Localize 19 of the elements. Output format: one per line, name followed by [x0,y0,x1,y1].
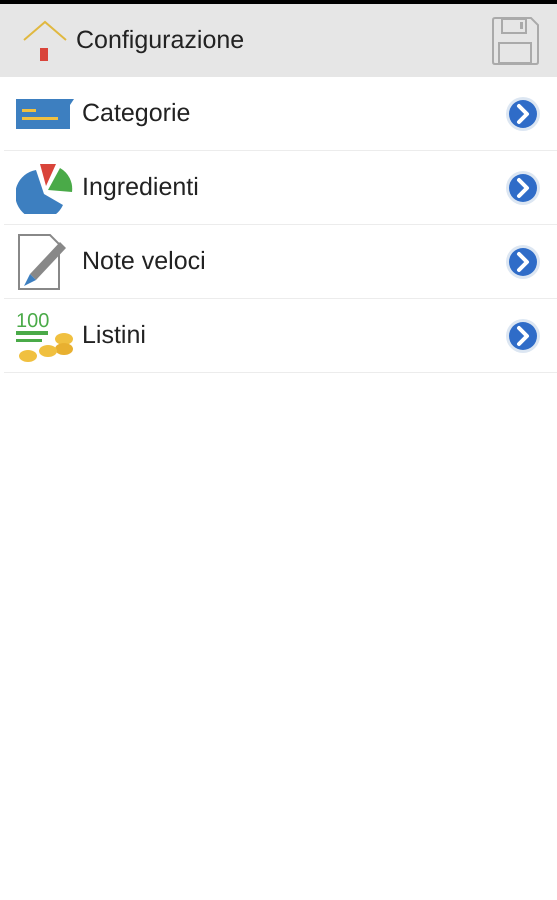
header-title: Configurazione [76,24,246,56]
label-icon [16,98,74,128]
item-label: Categorie [82,98,192,129]
chevron-right-icon [505,96,541,132]
pie-chart-icon [16,162,74,214]
pencil-document-icon [16,234,68,290]
chevron-right-icon [505,318,541,354]
chevron-right-icon [505,244,541,280]
home-icon [22,20,68,62]
chevron-right-icon [505,170,541,206]
item-label: Ingredienti [82,172,200,203]
item-label: Note veloci [82,246,207,277]
list-item[interactable]: Ingredienti [4,151,557,225]
item-label: Listini [82,320,147,351]
save-button[interactable] [489,14,541,66]
list-item[interactable]: Note veloci [4,225,557,299]
list-item[interactable]: Categorie [4,77,557,151]
save-icon [490,16,540,66]
list-item[interactable]: 100 Listini [4,299,557,373]
